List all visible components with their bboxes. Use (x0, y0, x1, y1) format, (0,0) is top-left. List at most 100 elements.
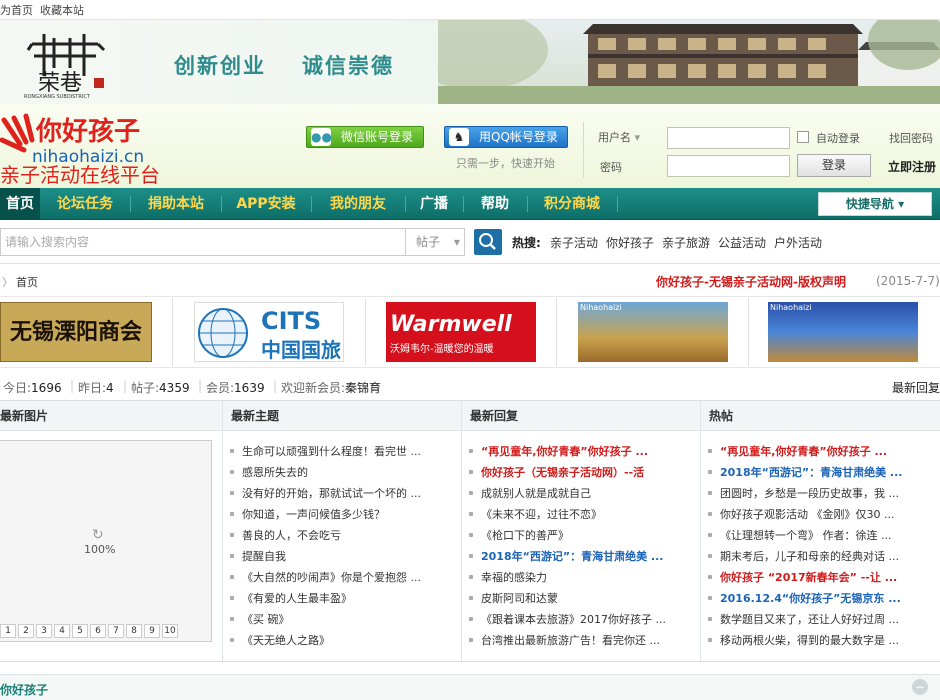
list-item[interactable]: “再见童年,你好青春”你好孩子 ... (708, 444, 936, 460)
list-item[interactable]: 团圆时，乡愁是一段历史故事，我 ... (708, 486, 936, 502)
list-item-title: 没有好的开始，那就试试一个坏的 ... (242, 487, 421, 500)
bullet-icon (230, 554, 234, 558)
site-banner: 荣巷 RONGXIANG SUBDISTRICT 创新创业 诚信崇德 (0, 20, 940, 104)
slideshow-page-button[interactable]: 6 (90, 624, 106, 638)
slideshow-page-button[interactable]: 2 (18, 624, 34, 638)
ad-warmwell[interactable]: Warmwell 沃姆韦尔-温暖您的温暖 (386, 302, 536, 362)
set-homepage-link[interactable]: 为首页 (0, 2, 33, 18)
hot-search-link[interactable]: 公益活动 (718, 234, 766, 251)
login-divider (583, 122, 584, 178)
nav-home[interactable]: 首页 (0, 188, 40, 220)
slideshow-page-button[interactable]: 8 (126, 624, 142, 638)
list-item[interactable]: “再见童年,你好青春”你好孩子 ... (469, 444, 695, 460)
forum-stats: 今日:1696 | 昨日:4 | 帖子:4359 | 会员:1639 | 欢迎新… (3, 379, 940, 396)
list-item[interactable]: 《未来不迎，过往不恋》 (469, 507, 695, 523)
ad-cits[interactable]: CITS 中国国旅 (194, 302, 344, 362)
list-item[interactable]: 数学题目又来了，还让人好好过周 ... (708, 612, 936, 628)
list-item[interactable]: 移动两根火柴，得到的最大数字是 ... (708, 633, 936, 649)
hot-search-link[interactable]: 户外活动 (774, 234, 822, 251)
bullet-icon (708, 638, 712, 642)
list-item[interactable]: 2016.12.4“你好孩子”无锡京东 ... (708, 591, 936, 607)
list-item[interactable]: 你知道，一声问候值多少钱？ (230, 507, 456, 523)
bullet-icon (230, 596, 234, 600)
list-item[interactable]: 《买 碗》 (230, 612, 456, 628)
newest-member-link[interactable]: 秦锦育 (345, 381, 381, 395)
qq-login-button[interactable]: ♞ 用QQ帐号登录 (444, 126, 568, 148)
list-item[interactable]: 皮斯阿司和达蒙 (469, 591, 695, 607)
bullet-icon (469, 470, 473, 474)
nav-help[interactable]: 帮助 (468, 188, 522, 220)
list-item[interactable]: 2018年“西游记”：青海甘肃绝美 ... (708, 465, 936, 481)
ad-liyang-text: 无锡溧阳商会 (9, 319, 142, 345)
list-item[interactable]: 台湾推出最新旅游广告！看完你还 ... (469, 633, 695, 649)
latest-reply-link[interactable]: 最新回复 (892, 379, 940, 396)
bullet-icon (469, 512, 473, 516)
slideshow-page-button[interactable]: 10 (162, 624, 178, 638)
ad-family-trip[interactable]: Nihaohaizi (768, 302, 918, 362)
password-input[interactable] (667, 155, 790, 177)
register-link[interactable]: 立即注册 (888, 158, 936, 175)
slideshow-page-button[interactable]: 4 (54, 624, 70, 638)
ad-desert-trip[interactable]: Nihaohaizi (578, 302, 728, 362)
search-button[interactable] (474, 229, 502, 255)
bullet-icon (469, 638, 473, 642)
list-item[interactable]: 生命可以顽强到什么程度！看完世 ... (230, 444, 456, 460)
wechat-login-button[interactable]: ●● 微信账号登录 (306, 126, 424, 148)
bullet-icon (708, 554, 712, 558)
list-item[interactable]: 《枪口下的善严》 (469, 528, 695, 544)
list-item[interactable]: 2018年“西游记”：青海甘肃绝美 ... (469, 549, 695, 565)
list-item[interactable]: 《有爱的人生最丰盈》 (230, 591, 456, 607)
image-slideshow[interactable]: ↻ 100% (0, 440, 212, 642)
username-input[interactable] (667, 127, 790, 149)
list-item[interactable]: 你好孩子（无锡亲子活动网）--活 (469, 465, 695, 481)
list-item[interactable]: 《大自然的吵闹声》你是个爱抱怨 ... (230, 570, 456, 586)
list-item[interactable]: 幸福的感染力 (469, 570, 695, 586)
username-label[interactable]: 用户名 ▾ (598, 129, 640, 145)
login-button[interactable]: 登录 (797, 154, 871, 177)
nav-forum-tasks[interactable]: 论坛任务 (45, 188, 125, 220)
list-item[interactable]: 《让理想转一个弯》 作者：徐连 ... (708, 528, 936, 544)
nihaohaizi-logo[interactable]: 你好孩子 nihaohaizi.cn 亲子活动在线平台 (0, 110, 190, 186)
auto-login-checkbox[interactable] (797, 131, 809, 143)
list-item[interactable]: 成就别人就是成就自己 (469, 486, 695, 502)
list-item[interactable]: 《跟着课本去旅游》2017你好孩子 ... (469, 612, 695, 628)
breadcrumb-home[interactable]: 首页 (16, 274, 38, 290)
quick-nav-button[interactable]: 快捷导航 ▾ (818, 192, 932, 216)
forgot-password-link[interactable]: 找回密码 (889, 130, 933, 146)
list-item[interactable]: 感恩所失去的 (230, 465, 456, 481)
bullet-icon (230, 638, 234, 642)
hot-search-link[interactable]: 亲子活动 (550, 234, 598, 251)
slideshow-page-button[interactable]: 3 (36, 624, 52, 638)
ad-liyang-chamber[interactable]: 无锡溧阳商会 (0, 302, 152, 362)
list-item[interactable]: 你好孩子观影活动 《金刚》仅30 ... (708, 507, 936, 523)
bookmark-link[interactable]: 收藏本站 (40, 2, 84, 18)
list-item-title: 感恩所失去的 (242, 466, 308, 479)
search-scope-select[interactable]: 帖子 ▾ (405, 228, 465, 256)
slideshow-page-button[interactable]: 5 (72, 624, 88, 638)
list-item[interactable]: 提醒自我 (230, 549, 456, 565)
list-item-title: 期末考后，儿子和母亲的经典对话 ... (720, 550, 899, 563)
nav-my-friends[interactable]: 我的朋友 (316, 188, 400, 220)
hot-search-link[interactable]: 亲子旅游 (662, 234, 710, 251)
list-item[interactable]: 期末考后，儿子和母亲的经典对话 ... (708, 549, 936, 565)
bullet-icon (708, 449, 712, 453)
nav-points-mall[interactable]: 积分商城 (532, 188, 612, 220)
list-item[interactable]: 没有好的开始，那就试试一个坏的 ... (230, 486, 456, 502)
list-item[interactable]: 《天无绝人之路》 (230, 633, 456, 649)
search-input[interactable]: 请输入搜索内容 (0, 228, 406, 256)
collapse-icon[interactable]: − (912, 679, 928, 695)
bullet-icon (230, 449, 234, 453)
chevron-down-icon: ▾ (634, 131, 641, 144)
slideshow-page-button[interactable]: 7 (108, 624, 124, 638)
copyright-notice-link[interactable]: 你好孩子-无锡亲子活动网-版权声明 (656, 273, 846, 290)
nav-donate[interactable]: 捐助本站 (136, 188, 216, 220)
nav-broadcast[interactable]: 广播 (410, 188, 458, 220)
list-item[interactable]: 善良的人，不会吃亏 (230, 528, 456, 544)
hot-search-link[interactable]: 你好孩子 (606, 234, 654, 251)
nav-app-install[interactable]: APP安装 (226, 188, 306, 220)
slideshow-page-button[interactable]: 1 (0, 624, 16, 638)
slideshow-page-button[interactable]: 9 (144, 624, 160, 638)
bullet-icon (708, 617, 712, 621)
list-item-title: 《有爱的人生最丰盈》 (242, 592, 352, 605)
list-item[interactable]: 你好孩子 “2017新春年会” --让 ... (708, 570, 936, 586)
